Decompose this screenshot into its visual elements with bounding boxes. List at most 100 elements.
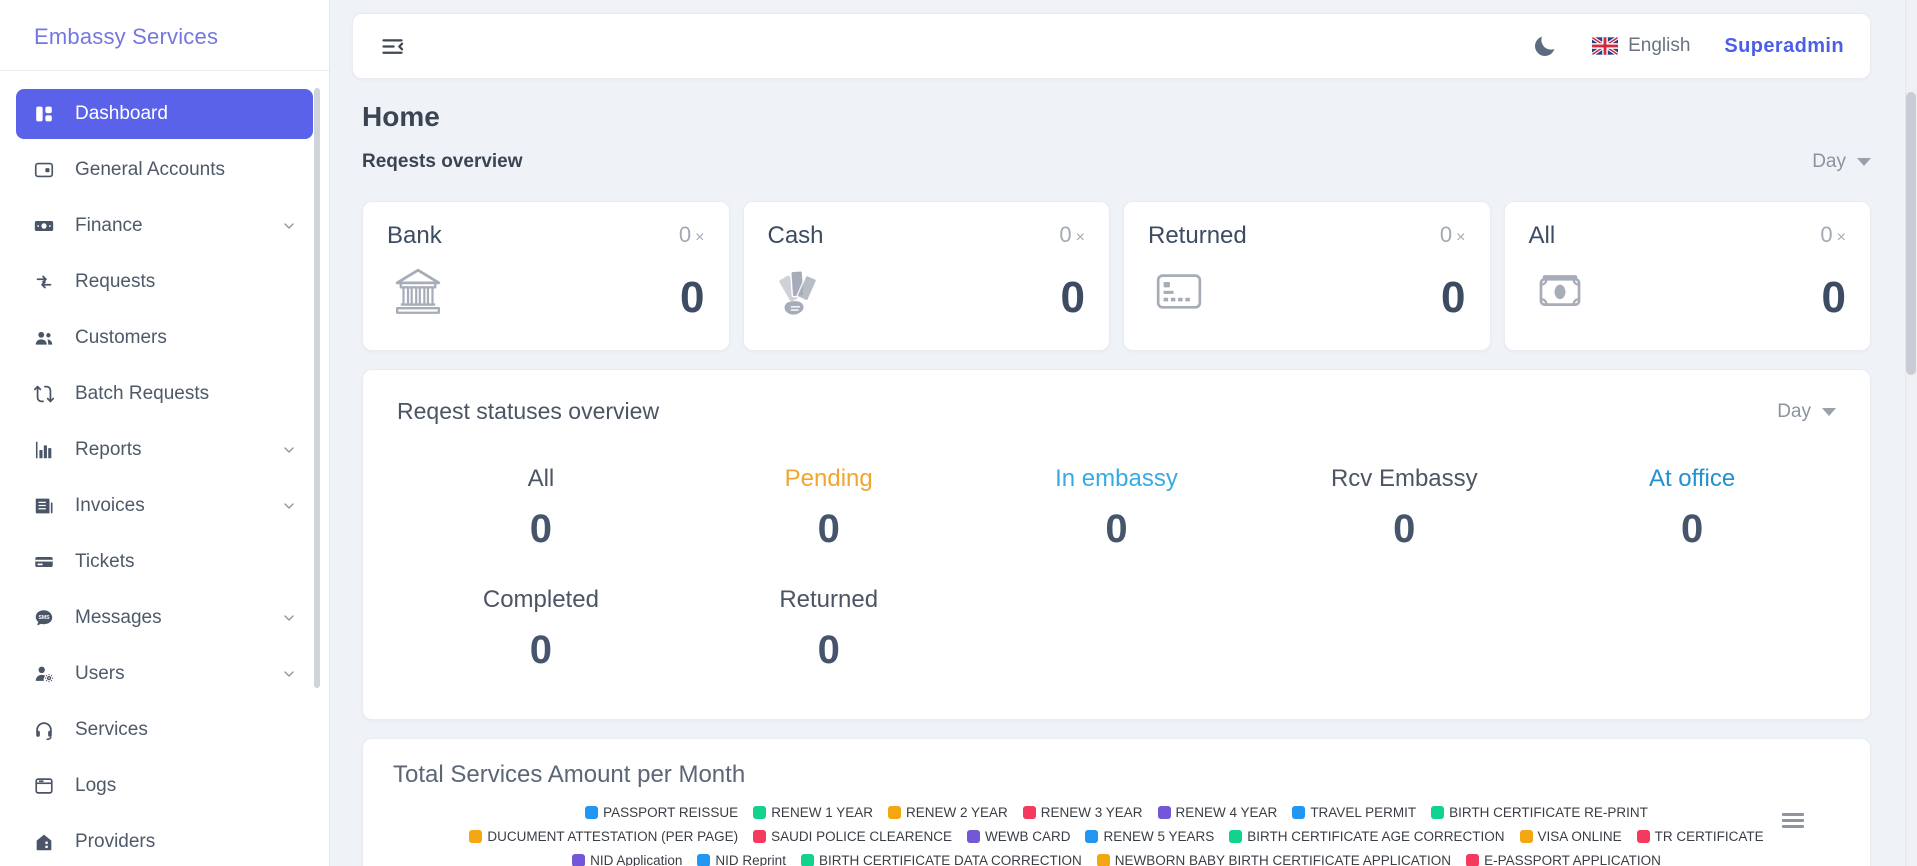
status-completed: Completed 0 [397, 586, 685, 673]
sidebar-scrollbar[interactable] [314, 88, 320, 688]
sidebar-item-messages[interactable]: SMS Messages [16, 593, 313, 643]
status-rcv-embassy: Rcv Embassy 0 [1260, 465, 1548, 552]
period-select[interactable]: Day [1812, 151, 1871, 173]
legend-label: BIRTH CERTIFICATE RE-PRINT [1449, 805, 1648, 820]
sidebar-item-label: General Accounts [75, 159, 225, 180]
sidebar-item-label: Services [75, 719, 148, 740]
transfer-arrows-icon [32, 270, 56, 294]
legend-item-ducument-attestation-per-page[interactable]: DUCUMENT ATTESTATION (PER PAGE) [469, 829, 738, 844]
legend-item-birth-certificate-age-correction[interactable]: BIRTH CERTIFICATE AGE CORRECTION [1229, 829, 1505, 844]
legend-item-birth-certificate-data-correction[interactable]: BIRTH CERTIFICATE DATA CORRECTION [800, 853, 1082, 866]
headset-icon [32, 718, 56, 742]
legend-item-wewb-card[interactable]: WEWB CARD [966, 829, 1070, 844]
sidebar-item-tickets[interactable]: Tickets [16, 537, 313, 587]
legend-label: BIRTH CERTIFICATE AGE CORRECTION [1247, 829, 1505, 844]
status-label: At office [1648, 465, 1736, 492]
stat-card-all: All 0 × 0 [1503, 201, 1871, 351]
chart-menu-icon[interactable] [1782, 813, 1804, 828]
brand-logo: Embassy Services [34, 24, 219, 49]
legend-swatch-icon [585, 806, 599, 819]
main-area: English Superadmin Home Reqests overview… [330, 0, 1917, 866]
sidebar-item-customers[interactable]: Customers [16, 313, 313, 363]
legend-label: RENEW 4 YEAR [1175, 805, 1278, 820]
period-label: Day [1812, 151, 1846, 172]
legend-item-tr-certificate[interactable]: TR CERTIFICATE [1636, 829, 1764, 844]
stat-cards-row: Bank 0 × 0 Cash 0 × 0 Returned 0 × 0 All 0 × 0 [362, 201, 1871, 351]
money-icon [32, 214, 56, 238]
legend-item-birth-certificate-re-print[interactable]: BIRTH CERTIFICATE RE-PRINT [1431, 805, 1648, 820]
legend-swatch-icon [697, 854, 711, 866]
legend-item-nid-application[interactable]: NID Application [572, 853, 682, 866]
stat-card-count: 0 × [678, 222, 705, 247]
sidebar-item-label: Finance [75, 215, 143, 236]
legend-swatch-icon [753, 830, 767, 843]
legend-item-renew-3-year[interactable]: RENEW 3 YEAR [1022, 805, 1143, 820]
legend-item-saudi-police-clearence[interactable]: SAUDI POLICE CLEARENCE [753, 829, 952, 844]
sidebar-item-batch-requests[interactable]: Batch Requests [16, 369, 313, 419]
user-gear-icon [32, 662, 56, 686]
page-scrollbar-track [1905, 0, 1917, 866]
legend-label: PASSPORT REISSUE [603, 805, 739, 820]
statuses-title: Reqest statuses overview [397, 398, 660, 424]
sidebar-item-invoices[interactable]: Invoices [16, 481, 313, 531]
dark-mode-moon-icon[interactable] [1531, 33, 1558, 60]
chevron-down-icon [281, 666, 297, 682]
status-label: All [527, 465, 555, 492]
svg-text:SMS: SMS [38, 615, 50, 621]
sidebar-item-logs[interactable]: Logs [16, 761, 313, 811]
legend-item-renew-5-years[interactable]: RENEW 5 YEARS [1085, 829, 1214, 844]
user-menu[interactable]: Superadmin [1724, 35, 1844, 58]
logs-window-icon [32, 774, 56, 798]
stat-card-value: 0 [1441, 273, 1466, 322]
statuses-period-select[interactable]: Day [1777, 401, 1836, 423]
building-icon [32, 830, 56, 854]
legend-label: RENEW 1 YEAR [771, 805, 873, 820]
app-root: Embassy Services Dashboard General Accoun… [0, 0, 1917, 866]
status-returned: Returned 0 [685, 586, 973, 673]
legend-label: NEWBORN BABY BIRTH CERTIFICATE APPLICATI… [1114, 853, 1452, 866]
status-value: 0 [529, 507, 553, 551]
sidebar-item-finance[interactable]: Finance [16, 201, 313, 251]
language-label: English [1628, 35, 1691, 56]
legend-item-renew-4-year[interactable]: RENEW 4 YEAR [1157, 805, 1278, 820]
sidebar-item-reports[interactable]: Reports [16, 425, 313, 475]
stat-card-cash: Cash 0 × 0 [742, 201, 1110, 351]
chart-legend: PASSPORT REISSUE RENEW 1 YEAR RENEW 2 YEAR… [393, 805, 1840, 866]
chevron-down-icon [281, 218, 297, 234]
sidebar-item-providers[interactable]: Providers [16, 817, 313, 866]
chevron-down-icon [1822, 407, 1836, 416]
batch-repeat-icon [32, 382, 56, 406]
legend-item-passport-reissue[interactable]: PASSPORT REISSUE [585, 805, 738, 820]
sidebar-item-label: Reports [75, 439, 142, 460]
stat-card-count: 0 × [1820, 222, 1846, 247]
legend-label: BIRTH CERTIFICATE DATA CORRECTION [818, 853, 1082, 866]
legend-item-e-passport-application[interactable]: E-PASSPORT APPLICATION [1466, 853, 1661, 866]
language-selector[interactable]: English [1592, 35, 1690, 57]
stat-card-value: 0 [680, 273, 705, 322]
legend-item-renew-2-year[interactable]: RENEW 2 YEAR [887, 805, 1008, 820]
stat-card-title: Cash [767, 222, 824, 249]
users-group-icon [32, 326, 56, 350]
page-scrollbar[interactable] [1906, 92, 1916, 375]
legend-item-travel-permit[interactable]: TRAVEL PERMIT [1292, 805, 1416, 820]
legend-swatch-icon [1022, 806, 1036, 819]
legend-swatch-icon [1466, 854, 1480, 866]
legend-item-newborn-baby-birth-certificate-application[interactable]: NEWBORN BABY BIRTH CERTIFICATE APPLICATI… [1096, 853, 1452, 866]
sidebar-item-general-accounts[interactable]: General Accounts [16, 145, 313, 195]
legend-label: RENEW 3 YEAR [1040, 805, 1143, 820]
bank-icon [387, 262, 449, 320]
legend-item-renew-1-year[interactable]: RENEW 1 YEAR [753, 805, 873, 820]
legend-swatch-icon [800, 854, 814, 866]
legend-label: E-PASSPORT APPLICATION [1484, 853, 1661, 866]
legend-row: DUCUMENT ATTESTATION (PER PAGE) SAUDI POL… [393, 829, 1840, 844]
sidebar-item-requests[interactable]: Requests [16, 257, 313, 307]
chart-panel: Total Services Amount per Month PASSPORT… [362, 738, 1871, 866]
legend-label: RENEW 2 YEAR [905, 805, 1008, 820]
sidebar-collapse-icon[interactable] [379, 33, 406, 60]
sidebar: Embassy Services Dashboard General Accoun… [0, 0, 330, 866]
sidebar-item-services[interactable]: Services [16, 705, 313, 755]
legend-item-visa-online[interactable]: VISA ONLINE [1519, 829, 1622, 844]
legend-item-nid-reprint[interactable]: NID Reprint [697, 853, 786, 866]
sidebar-item-dashboard[interactable]: Dashboard [16, 89, 313, 139]
sidebar-item-users[interactable]: Users [16, 649, 313, 699]
